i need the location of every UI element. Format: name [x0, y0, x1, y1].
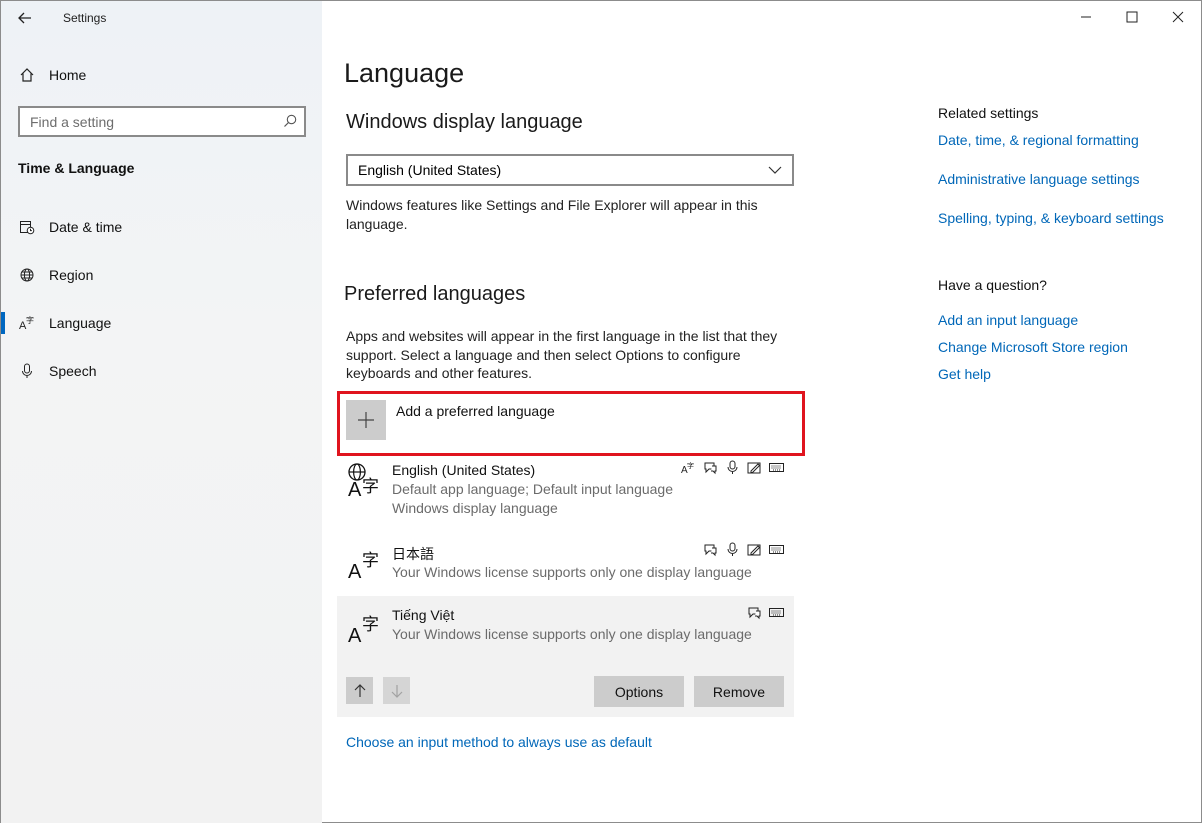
- add-preferred-language-button[interactable]: Add a preferred language: [346, 400, 555, 440]
- arrow-up-icon: [354, 683, 365, 697]
- search-input[interactable]: [30, 113, 270, 130]
- chevron-down-icon: [768, 166, 782, 174]
- app-title: Settings: [63, 11, 107, 25]
- home-icon: [20, 68, 34, 82]
- search-icon[interactable]: [282, 113, 298, 129]
- close-icon: [1172, 11, 1184, 23]
- svg-text:字: 字: [687, 461, 694, 470]
- language-item-english[interactable]: A 字 English (United States) Default app …: [337, 456, 794, 526]
- related-settings-heading: Related settings: [938, 105, 1039, 121]
- sidebar-item-label: Date & time: [49, 219, 123, 235]
- svg-text:字: 字: [362, 551, 379, 571]
- display-language-select[interactable]: English (United States): [346, 154, 794, 186]
- language-detail: Windows display language: [392, 500, 558, 516]
- language-detail: Your Windows license supports only one d…: [392, 626, 752, 642]
- move-up-button[interactable]: [346, 677, 373, 704]
- handwriting-icon: [747, 460, 762, 475]
- options-button[interactable]: Options: [594, 676, 684, 707]
- svg-text:字: 字: [362, 615, 379, 635]
- page-title: Language: [344, 58, 465, 88]
- sidebar-item-date-time[interactable]: Date & time: [1, 210, 322, 244]
- back-arrow-icon: [18, 12, 31, 24]
- keyboard-icon: [769, 460, 784, 475]
- sidebar-item-label: Speech: [49, 363, 97, 379]
- preferred-languages-description: Apps and websites will appear in the fir…: [346, 328, 778, 381]
- language-icon: A字: [19, 315, 34, 331]
- keyboard-icon: [769, 542, 784, 557]
- back-button[interactable]: [13, 7, 37, 29]
- display-language-glyph-icon: A 字: [348, 463, 379, 498]
- search-box[interactable]: [18, 106, 306, 137]
- link-date-time-formatting[interactable]: Date, time, & regional formatting: [938, 132, 1139, 148]
- microphone-icon: [725, 542, 740, 557]
- language-name: Tiếng Việt: [392, 607, 455, 623]
- sidebar-item-speech[interactable]: Speech: [1, 354, 322, 388]
- svg-text:A: A: [348, 479, 362, 498]
- language-glyph-icon: A 字: [348, 551, 379, 580]
- display-language-value: English (United States): [358, 162, 502, 178]
- sidebar-item-label: Language: [49, 315, 112, 331]
- language-glyph-icon: A 字: [348, 615, 379, 644]
- sidebar-item-language[interactable]: A字 Language: [1, 306, 322, 340]
- calendar-clock-icon: [20, 221, 35, 235]
- display-language-heading: Windows display language: [346, 111, 583, 133]
- svg-text:A: A: [348, 561, 362, 580]
- sidebar: Settings Home Time & Language Date & tim…: [1, 1, 322, 823]
- microphone-icon: [725, 460, 740, 475]
- speech-bubble-icon: [703, 460, 718, 475]
- link-administrative-language[interactable]: Administrative language settings: [938, 171, 1140, 187]
- add-preferred-language-label: Add a preferred language: [396, 403, 555, 419]
- language-item-vietnamese[interactable]: A 字 Tiếng Việt Your Windows license supp…: [337, 596, 794, 717]
- input-method-link[interactable]: Choose an input method to always use as …: [346, 734, 652, 750]
- handwriting-icon: [747, 542, 762, 557]
- sidebar-item-label: Region: [49, 267, 94, 283]
- svg-text:字: 字: [362, 477, 379, 497]
- settings-window: Settings Home Time & Language Date & tim…: [0, 0, 1202, 823]
- language-name: 日本語: [392, 546, 434, 562]
- svg-text:字: 字: [26, 315, 34, 325]
- maximize-button[interactable]: [1109, 1, 1155, 33]
- sidebar-item-region[interactable]: Region: [1, 258, 322, 292]
- display-language-icon: A字: [681, 460, 696, 475]
- section-title: Time & Language: [18, 160, 135, 176]
- language-detail: Default app language; Default input lang…: [392, 481, 673, 497]
- language-detail: Your Windows license supports only one d…: [392, 564, 752, 580]
- maximize-icon: [1126, 11, 1138, 23]
- minimize-button[interactable]: [1063, 1, 1109, 33]
- speech-bubble-icon: [747, 605, 762, 620]
- language-item-japanese[interactable]: A 字 日本語 Your Windows license supports on…: [337, 538, 794, 593]
- remove-button[interactable]: Remove: [694, 676, 784, 707]
- language-name: English (United States): [392, 462, 536, 478]
- link-add-input-language[interactable]: Add an input language: [938, 312, 1078, 328]
- display-language-description: Windows features like Settings and File …: [346, 197, 758, 232]
- question-heading: Have a question?: [938, 277, 1047, 293]
- arrow-down-icon: [391, 684, 402, 698]
- move-down-button[interactable]: [383, 677, 410, 704]
- speech-bubble-icon: [703, 542, 718, 557]
- link-get-help[interactable]: Get help: [938, 366, 991, 382]
- svg-text:A: A: [348, 625, 362, 644]
- minimize-icon: [1081, 16, 1091, 18]
- microphone-icon: [22, 363, 32, 378]
- nav-home-label: Home: [49, 67, 87, 83]
- globe-icon: [20, 268, 34, 282]
- link-change-store-region[interactable]: Change Microsoft Store region: [938, 339, 1128, 355]
- plus-icon: [346, 400, 386, 440]
- keyboard-icon: [769, 605, 784, 620]
- preferred-languages-heading: Preferred languages: [344, 283, 526, 305]
- nav-home[interactable]: Home: [1, 59, 322, 91]
- close-button[interactable]: [1155, 1, 1201, 33]
- link-spelling-typing-keyboard[interactable]: Spelling, typing, & keyboard settings: [938, 210, 1164, 226]
